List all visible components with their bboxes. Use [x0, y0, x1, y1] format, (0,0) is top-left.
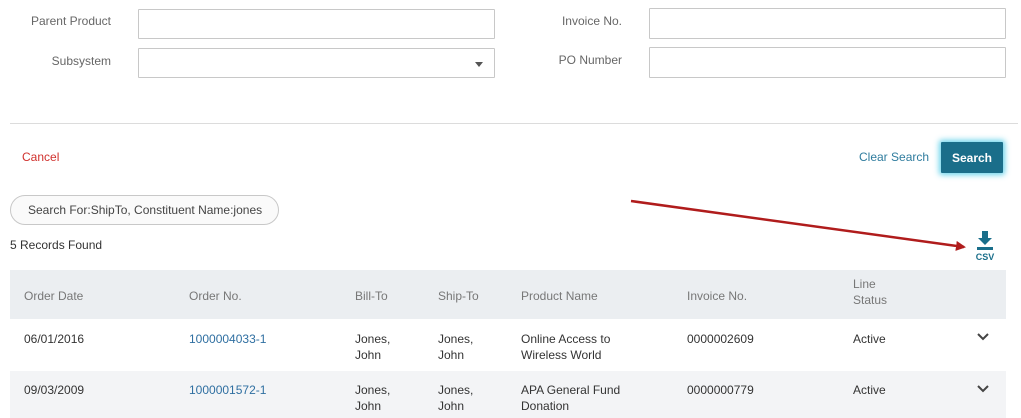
invoice-number-label: Invoice No. [561, 14, 622, 28]
cell-product-line1: Online Access to [521, 332, 611, 346]
cell-bill-to-line2: John [355, 399, 382, 413]
cell-invoice-no: 0000000779 [687, 383, 754, 397]
invoice-number-input[interactable] [649, 8, 1006, 39]
header-invoice-no[interactable]: Invoice No. [687, 289, 747, 303]
header-line-status[interactable]: Line Status [853, 276, 887, 308]
cell-product-name: APA General Fund Donation [521, 382, 620, 414]
cell-line-status: Active [853, 332, 886, 346]
cell-ship-to-line1: Jones, [438, 383, 474, 397]
form-divider [10, 123, 1018, 124]
chevron-down-icon [475, 62, 483, 67]
cell-bill-to: Jones, John [355, 382, 390, 414]
cell-bill-to-line2: John [355, 348, 382, 362]
cell-ship-to-line2: John [438, 399, 465, 413]
po-number-label: PO Number [558, 53, 622, 67]
cell-product-name: Online Access to Wireless World [521, 331, 610, 363]
cell-ship-to: Jones, John [438, 382, 473, 414]
cell-bill-to-line1: Jones, [355, 332, 391, 346]
cell-ship-to: Jones, John [438, 331, 473, 363]
table-row: 06/01/2016 1000004033-1 Jones, John Jone… [10, 319, 1006, 371]
search-button[interactable]: Search [941, 142, 1003, 173]
parent-product-label: Parent Product [30, 14, 111, 28]
header-order-no[interactable]: Order No. [189, 289, 242, 303]
cell-product-line2: Donation [521, 399, 570, 413]
cell-product-line2: Wireless World [521, 348, 602, 362]
header-line-status-line1: Line [853, 277, 876, 291]
subsystem-label: Subsystem [51, 54, 111, 68]
search-filter-text: Search For:ShipTo, Constituent Name:jone… [28, 203, 263, 217]
cell-order-date: 06/01/2016 [24, 332, 85, 346]
records-found-count: 5 Records Found [10, 238, 103, 252]
cell-ship-to-line2: John [438, 348, 465, 362]
subsystem-select[interactable] [138, 48, 495, 78]
header-bill-to[interactable]: Bill-To [355, 289, 388, 303]
csv-export-button[interactable]: CSV [970, 231, 1000, 267]
cell-line-status: Active [853, 383, 886, 397]
order-number-link[interactable]: 1000001572-1 [189, 382, 266, 398]
cell-invoice-no: 0000002609 [687, 332, 754, 346]
parent-product-input[interactable] [138, 9, 495, 39]
cell-order-date: 09/03/2009 [24, 383, 85, 397]
chevron-down-icon[interactable] [976, 332, 990, 342]
cancel-link[interactable]: Cancel [22, 150, 59, 164]
header-order-date[interactable]: Order Date [24, 289, 83, 303]
cell-bill-to: Jones, John [355, 331, 390, 363]
cell-product-line1: APA General Fund [521, 383, 621, 397]
download-icon [977, 231, 993, 250]
clear-search-link[interactable]: Clear Search [859, 150, 929, 164]
header-ship-to[interactable]: Ship-To [438, 289, 479, 303]
po-number-input[interactable] [649, 47, 1006, 78]
table-row: 09/03/2009 1000001572-1 Jones, John Jone… [10, 371, 1006, 418]
cell-bill-to-line1: Jones, [355, 383, 391, 397]
header-line-status-line2: Status [853, 293, 888, 307]
csv-label: CSV [975, 252, 995, 262]
order-number-link[interactable]: 1000004033-1 [189, 331, 266, 347]
search-filter-chip[interactable]: Search For:ShipTo, Constituent Name:jone… [10, 195, 280, 225]
chevron-down-icon[interactable] [976, 384, 990, 394]
table-header: Order Date Order No. Bill-To Ship-To Pro… [10, 270, 1006, 319]
cell-ship-to-line1: Jones, [438, 332, 474, 346]
header-product-name[interactable]: Product Name [521, 289, 598, 303]
